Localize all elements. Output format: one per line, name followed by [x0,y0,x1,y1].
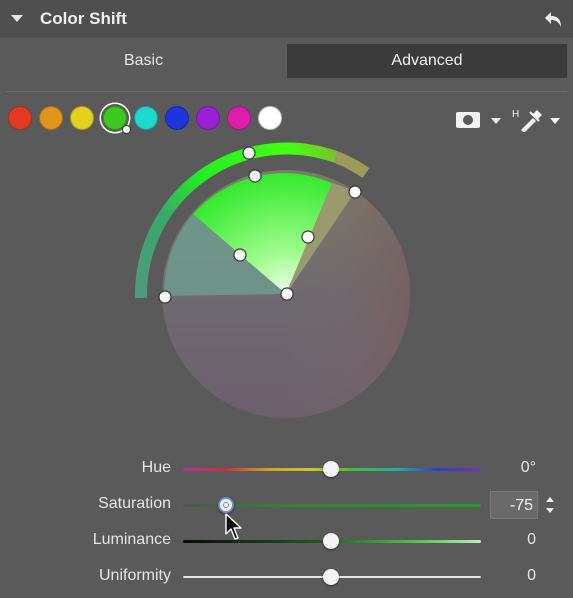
saturation-label: Saturation [98,495,171,512]
tab-advanced[interactable]: Advanced [287,44,567,78]
saturation-thumb[interactable] [218,497,234,513]
uniformity-value[interactable]: 0 [527,567,536,585]
hue-thumb[interactable] [323,461,339,477]
uniformity-slider-row: Uniformity 0 [0,563,573,591]
sector-handle-left[interactable] [158,290,172,304]
uniformity-thumb[interactable] [323,569,339,585]
mask-button[interactable] [455,106,505,132]
sector-handle-top[interactable] [248,169,262,183]
tab-basic[interactable]: Basic [2,44,285,78]
uniformity-label: Uniformity [98,567,171,584]
saturation-value: -75 [509,497,533,514]
swatch-purple[interactable] [196,106,220,130]
swatch-orange[interactable] [39,106,63,130]
collapse-caret-icon[interactable] [11,15,23,22]
hue-slider-row: Hue 0° [0,455,573,483]
hue-picker-icon: H [512,109,560,133]
center-handle[interactable] [280,287,294,301]
mask-icon [456,112,501,128]
panel-title: Color Shift [40,9,127,28]
color-wheel[interactable] [120,140,440,430]
hue-label: Hue [141,459,171,476]
saturation-value-field[interactable]: -75 [490,491,538,519]
luminance-value[interactable]: 0 [527,531,536,549]
luminance-slider-row: Luminance 0 [0,527,573,555]
luminance-label: Luminance [92,531,171,548]
saturation-slider-row: Saturation -75 [0,491,573,519]
spin-down-icon[interactable] [546,508,554,513]
sector-handle-inner-left[interactable] [233,248,247,262]
swatch-green[interactable] [103,106,131,134]
arc-handle-top[interactable] [242,146,256,160]
swatch-white[interactable] [258,106,282,130]
sector-handle-right[interactable] [348,185,362,199]
swatch-magenta[interactable] [227,106,251,130]
spin-up-icon[interactable] [546,497,554,502]
hue-picker-button[interactable]: H [512,106,564,133]
luminance-thumb[interactable] [323,533,339,549]
hue-value[interactable]: 0° [521,459,536,477]
panel-header[interactable]: Color Shift [0,0,573,38]
undo-icon[interactable] [542,7,566,31]
saturation-spinner[interactable] [540,491,560,519]
swatch-blue[interactable] [165,106,189,130]
swatch-red[interactable] [8,106,32,130]
svg-text:H: H [512,109,519,120]
divider [6,91,567,92]
mouse-cursor-icon [225,513,242,540]
swatch-cyan[interactable] [134,106,158,130]
mode-tabs: Basic Advanced [0,44,573,80]
swatch-yellow[interactable] [70,106,94,130]
sector-handle-inner-right[interactable] [301,230,315,244]
selected-indicator-icon [122,125,131,134]
